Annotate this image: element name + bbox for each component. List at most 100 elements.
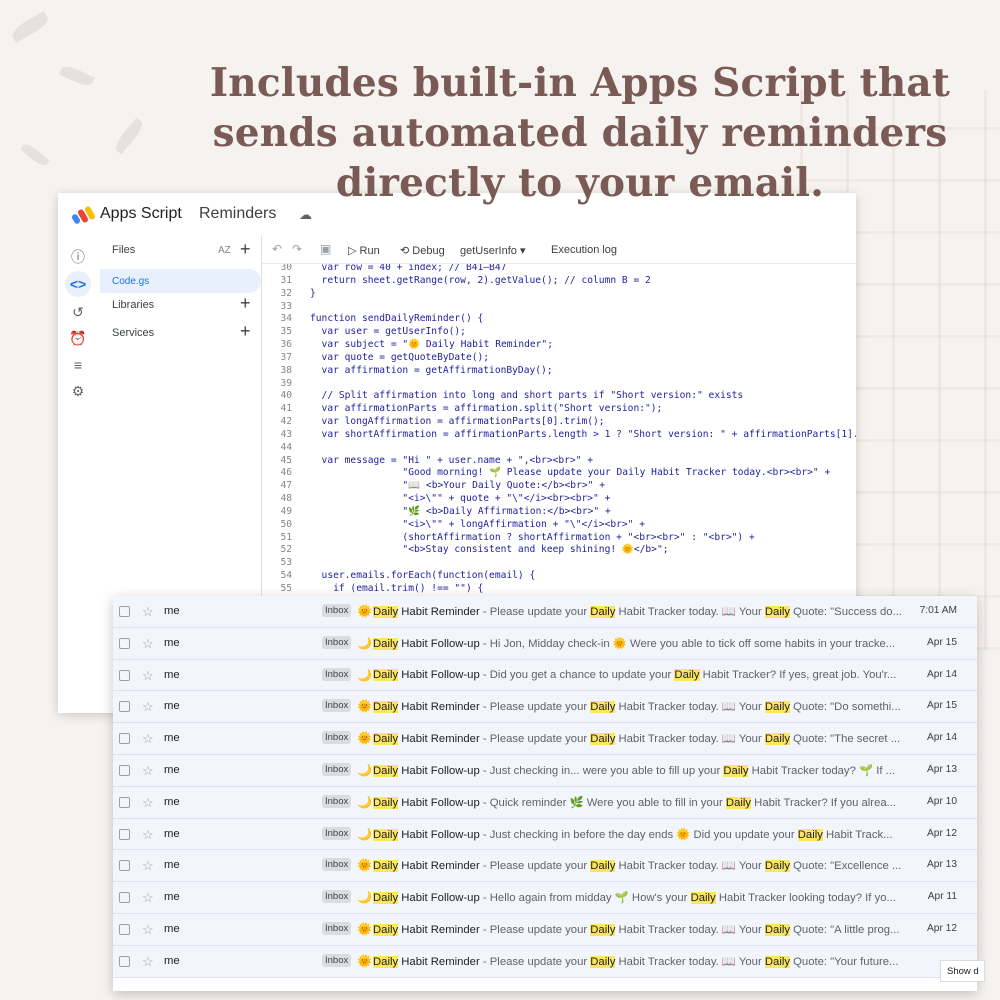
email-row[interactable]: ☆ me Inbox 🌙 Daily Habit Follow-up - Did you… bbox=[113, 659, 977, 692]
star-icon[interactable]: ☆ bbox=[142, 858, 154, 874]
email-row[interactable]: ☆ me Inbox 🌙 Daily Habit Follow-up - Hi Jon,… bbox=[113, 627, 977, 660]
email-row[interactable]: ☆ me Inbox 🌞 Daily Habit Reminder - Please u… bbox=[113, 723, 977, 755]
star-icon[interactable]: ☆ bbox=[142, 763, 154, 779]
apps-script-logo-icon bbox=[72, 206, 95, 224]
star-icon[interactable]: ☆ bbox=[142, 699, 154, 715]
email-row[interactable]: ☆ me Inbox 🌙 Daily Habit Follow-up - Just ch… bbox=[113, 755, 977, 787]
redo-icon[interactable]: ↷ bbox=[292, 242, 302, 256]
email-subject-line: Daily Habit Reminder - Please update you… bbox=[373, 732, 903, 746]
email-sender: me bbox=[164, 795, 180, 808]
email-snippet: Habit Tracker today. 📖 Your bbox=[615, 701, 765, 714]
star-icon[interactable]: ☆ bbox=[142, 827, 154, 843]
line-number: 37 bbox=[280, 351, 292, 363]
subject-emoji-icon: 🌙 bbox=[357, 667, 372, 682]
email-snippet: Habit Tracker today. 📖 Your bbox=[615, 860, 765, 873]
code-line: 53 bbox=[262, 556, 856, 569]
email-subject: Habit Follow-up bbox=[398, 892, 480, 905]
email-subject-line: Daily Habit Reminder - Please update you… bbox=[373, 955, 903, 968]
select-checkbox[interactable] bbox=[119, 765, 130, 776]
star-icon[interactable]: ☆ bbox=[142, 636, 154, 652]
inbox-label-badge: Inbox bbox=[322, 667, 352, 681]
line-number: 33 bbox=[280, 300, 292, 312]
email-row[interactable]: ☆ me Inbox 🌞 Daily Habit Reminder - Please u… bbox=[113, 945, 977, 978]
code-icon[interactable]: <> bbox=[65, 271, 91, 297]
debug-button[interactable]: ⟲ Debug bbox=[400, 244, 445, 257]
file-item-code-gs[interactable]: Code.gs bbox=[100, 269, 261, 293]
code-line: 37 var quote = getQuoteByDate(); bbox=[262, 351, 856, 364]
select-checkbox[interactable] bbox=[119, 924, 130, 935]
star-icon[interactable]: ☆ bbox=[142, 604, 154, 620]
select-checkbox[interactable] bbox=[119, 796, 130, 808]
select-checkbox[interactable] bbox=[119, 701, 130, 713]
star-icon[interactable]: ☆ bbox=[142, 731, 154, 747]
add-file-button[interactable]: + bbox=[240, 239, 251, 260]
code-line: 52 "<b>Stay consistent and keep shining!… bbox=[262, 543, 856, 556]
alarm-icon[interactable]: ⏰ bbox=[65, 325, 91, 351]
add-service-button[interactable]: + bbox=[240, 321, 251, 342]
email-row[interactable]: ☆ me Inbox 🌙 Daily Habit Follow-up - Hello a… bbox=[113, 882, 977, 914]
inbox-label-badge: Inbox bbox=[322, 922, 352, 935]
email-row[interactable]: ☆ me Inbox 🌞 Daily Habit Reminder - Please u… bbox=[113, 596, 977, 628]
email-sender: me bbox=[164, 636, 180, 649]
app-title: Apps Script bbox=[100, 205, 182, 222]
email-subject: Habit Reminder bbox=[398, 733, 480, 746]
email-subject-line: Daily Habit Follow-up - Hi Jon, Midday c… bbox=[373, 637, 903, 650]
star-icon[interactable]: ☆ bbox=[142, 922, 154, 938]
chevron-down-icon: ▾ bbox=[519, 245, 526, 257]
star-icon[interactable]: ☆ bbox=[142, 795, 154, 811]
select-checkbox[interactable] bbox=[119, 828, 130, 840]
run-label: Run bbox=[359, 245, 380, 257]
save-icon[interactable]: ▣ bbox=[320, 242, 331, 256]
add-library-button[interactable]: + bbox=[240, 293, 251, 314]
email-snippet: - Please update your bbox=[479, 860, 591, 873]
select-checkbox[interactable] bbox=[119, 606, 130, 617]
search-highlight: Daily bbox=[674, 668, 700, 681]
select-checkbox[interactable] bbox=[119, 892, 130, 904]
subject-emoji-icon: 🌞 bbox=[357, 731, 372, 746]
email-row[interactable]: ☆ me Inbox 🌞 Daily Habit Reminder - Please u… bbox=[113, 914, 977, 946]
select-checkbox[interactable] bbox=[119, 860, 130, 872]
email-row[interactable]: ☆ me Inbox 🌞 Daily Habit Reminder - Please u… bbox=[113, 850, 977, 883]
email-snippet: Quote: "A little prog... bbox=[789, 924, 900, 936]
star-icon[interactable]: ☆ bbox=[142, 954, 154, 970]
line-number: 42 bbox=[280, 416, 292, 428]
line-number: 52 bbox=[280, 544, 292, 556]
run-button[interactable]: ▷ Run bbox=[348, 244, 380, 257]
email-sender: me bbox=[164, 764, 180, 776]
line-number: 53 bbox=[280, 557, 292, 569]
email-subject-line: Daily Habit Follow-up - Quick reminder 🌿… bbox=[373, 796, 903, 809]
executions-icon[interactable]: ≡ bbox=[65, 352, 91, 378]
email-row[interactable]: ☆ me Inbox 🌙 Daily Habit Follow-up - Just ch… bbox=[113, 818, 977, 851]
subject-emoji-icon: 🌙 bbox=[357, 890, 372, 905]
email-snippet: Habit Track... bbox=[822, 828, 893, 841]
email-date: Apr 12 bbox=[926, 827, 957, 839]
execution-log-button[interactable]: Execution log bbox=[551, 244, 617, 256]
history-icon[interactable]: ↺ bbox=[65, 299, 91, 325]
undo-icon[interactable]: ↶ bbox=[272, 242, 282, 256]
select-checkbox[interactable] bbox=[119, 637, 130, 649]
email-row[interactable]: ☆ me Inbox 🌞 Daily Habit Reminder - Please u… bbox=[113, 691, 977, 724]
sort-az-icon[interactable]: AZ bbox=[218, 245, 231, 256]
email-snippet: - Please update your bbox=[479, 955, 591, 968]
star-icon[interactable]: ☆ bbox=[142, 668, 154, 684]
code-text: var shortAffirmation = affirmationParts.… bbox=[310, 428, 856, 440]
code-line: 50 "<i>\"" + longAffirmation + "\"</i><b… bbox=[262, 518, 856, 531]
function-select[interactable]: getUserInfo ▾ bbox=[460, 244, 525, 257]
debug-label: Debug bbox=[412, 245, 445, 257]
info-icon[interactable]: ⓘ bbox=[65, 244, 91, 270]
email-snippet: - Did you get a chance to update your bbox=[479, 668, 675, 681]
select-checkbox[interactable] bbox=[119, 669, 130, 681]
select-checkbox[interactable] bbox=[119, 955, 130, 967]
star-icon[interactable]: ☆ bbox=[142, 890, 154, 906]
email-snippet: Quote: "Your future... bbox=[789, 955, 899, 968]
email-row[interactable]: ☆ me Inbox 🌙 Daily Habit Follow-up - Quick r… bbox=[113, 786, 977, 819]
email-snippet: Habit Tracker looking today? If yo... bbox=[715, 892, 896, 905]
background-leaf bbox=[59, 63, 95, 89]
settings-icon[interactable]: ⚙ bbox=[65, 378, 91, 404]
email-subject-line: Daily Habit Reminder - Please update you… bbox=[373, 923, 903, 936]
search-highlight: Daily bbox=[373, 924, 399, 936]
cloud-saved-icon: ☁ bbox=[299, 207, 312, 222]
email-snippet: - Please update your bbox=[479, 924, 591, 936]
search-highlight: Daily bbox=[590, 955, 616, 968]
select-checkbox[interactable] bbox=[119, 733, 130, 745]
